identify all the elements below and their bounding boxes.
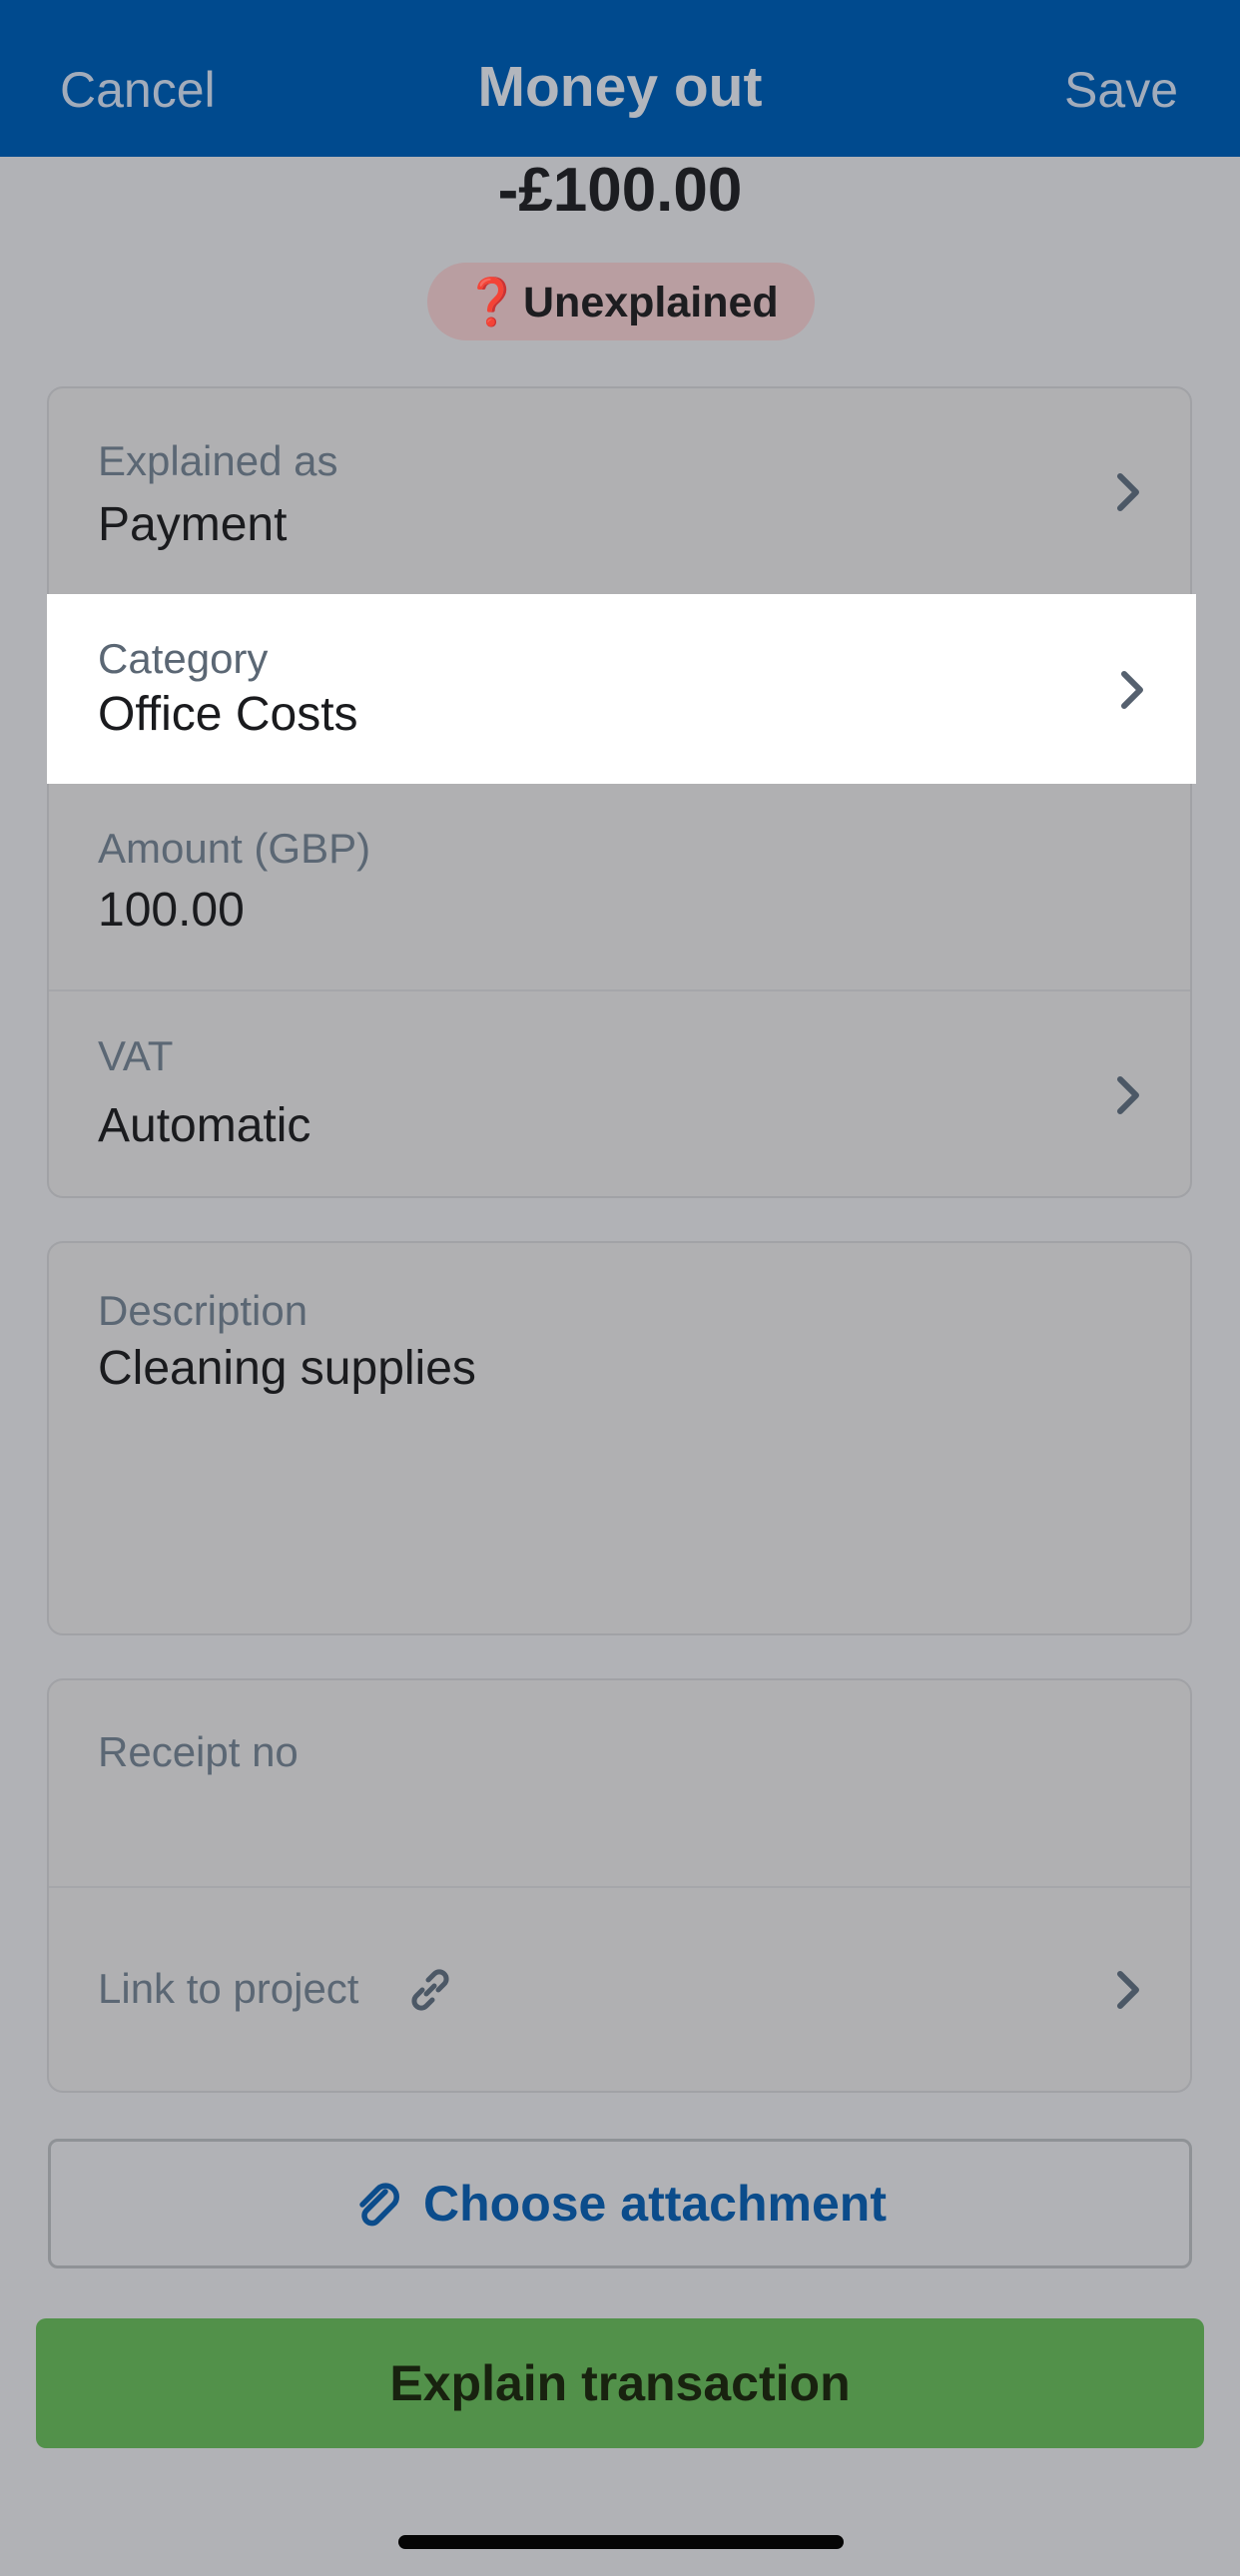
save-button[interactable]: Save <box>1064 58 1178 122</box>
explained-as-label: Explained as <box>98 437 338 484</box>
vat-value: Automatic <box>98 1099 311 1152</box>
category-value: Office Costs <box>98 688 358 741</box>
link-project-row[interactable]: Link to project <box>49 1886 1190 2091</box>
amount-row[interactable]: Amount (GBP) 100.00 <box>49 784 1190 989</box>
explain-transaction-button[interactable]: Explain transaction <box>36 2318 1204 2448</box>
category-label: Category <box>98 635 269 682</box>
description-card[interactable]: Description Cleaning supplies <box>47 1241 1192 1635</box>
chevron-right-icon <box>1117 1971 1139 2009</box>
choose-attachment-button[interactable]: Choose attachment <box>48 2139 1192 2268</box>
link-project-label: Link to project <box>98 1965 359 2012</box>
question-mark-icon: ❓ <box>463 276 521 327</box>
description-label: Description <box>98 1287 309 1334</box>
explained-as-row[interactable]: Explained as Payment <box>49 388 1190 594</box>
amount-label: Amount (GBP) <box>98 825 371 872</box>
choose-attachment-label: Choose attachment <box>423 2176 887 2232</box>
link-icon <box>411 1969 449 2011</box>
extra-card: Receipt no Link to project <box>47 1678 1192 2093</box>
nav-header: Cancel Money out Save <box>0 0 1240 157</box>
details-card: Explained as Payment Category Office Cos… <box>47 386 1196 1198</box>
vat-row[interactable]: VAT Automatic <box>49 989 1190 1196</box>
chevron-right-icon <box>1117 473 1139 511</box>
status-label: Unexplained <box>523 279 779 326</box>
category-row[interactable]: Category Office Costs <box>47 594 1196 784</box>
vat-label: VAT <box>98 1032 174 1079</box>
status-badge: ❓ Unexplained <box>427 263 815 340</box>
chevron-right-icon <box>1117 1076 1139 1114</box>
receipt-label: Receipt no <box>98 1728 299 1775</box>
amount-value: 100.00 <box>98 884 245 937</box>
explain-transaction-label: Explain transaction <box>389 2355 851 2411</box>
home-indicator[interactable] <box>398 2535 844 2549</box>
receipt-row[interactable]: Receipt no <box>49 1680 1190 1886</box>
page-title: Money out <box>477 55 763 119</box>
chevron-right-icon <box>1121 671 1143 709</box>
transaction-amount: -£100.00 <box>497 156 743 225</box>
explained-as-value: Payment <box>98 498 288 551</box>
paperclip-icon <box>359 2183 399 2227</box>
description-value[interactable]: Cleaning supplies <box>98 1340 476 1398</box>
